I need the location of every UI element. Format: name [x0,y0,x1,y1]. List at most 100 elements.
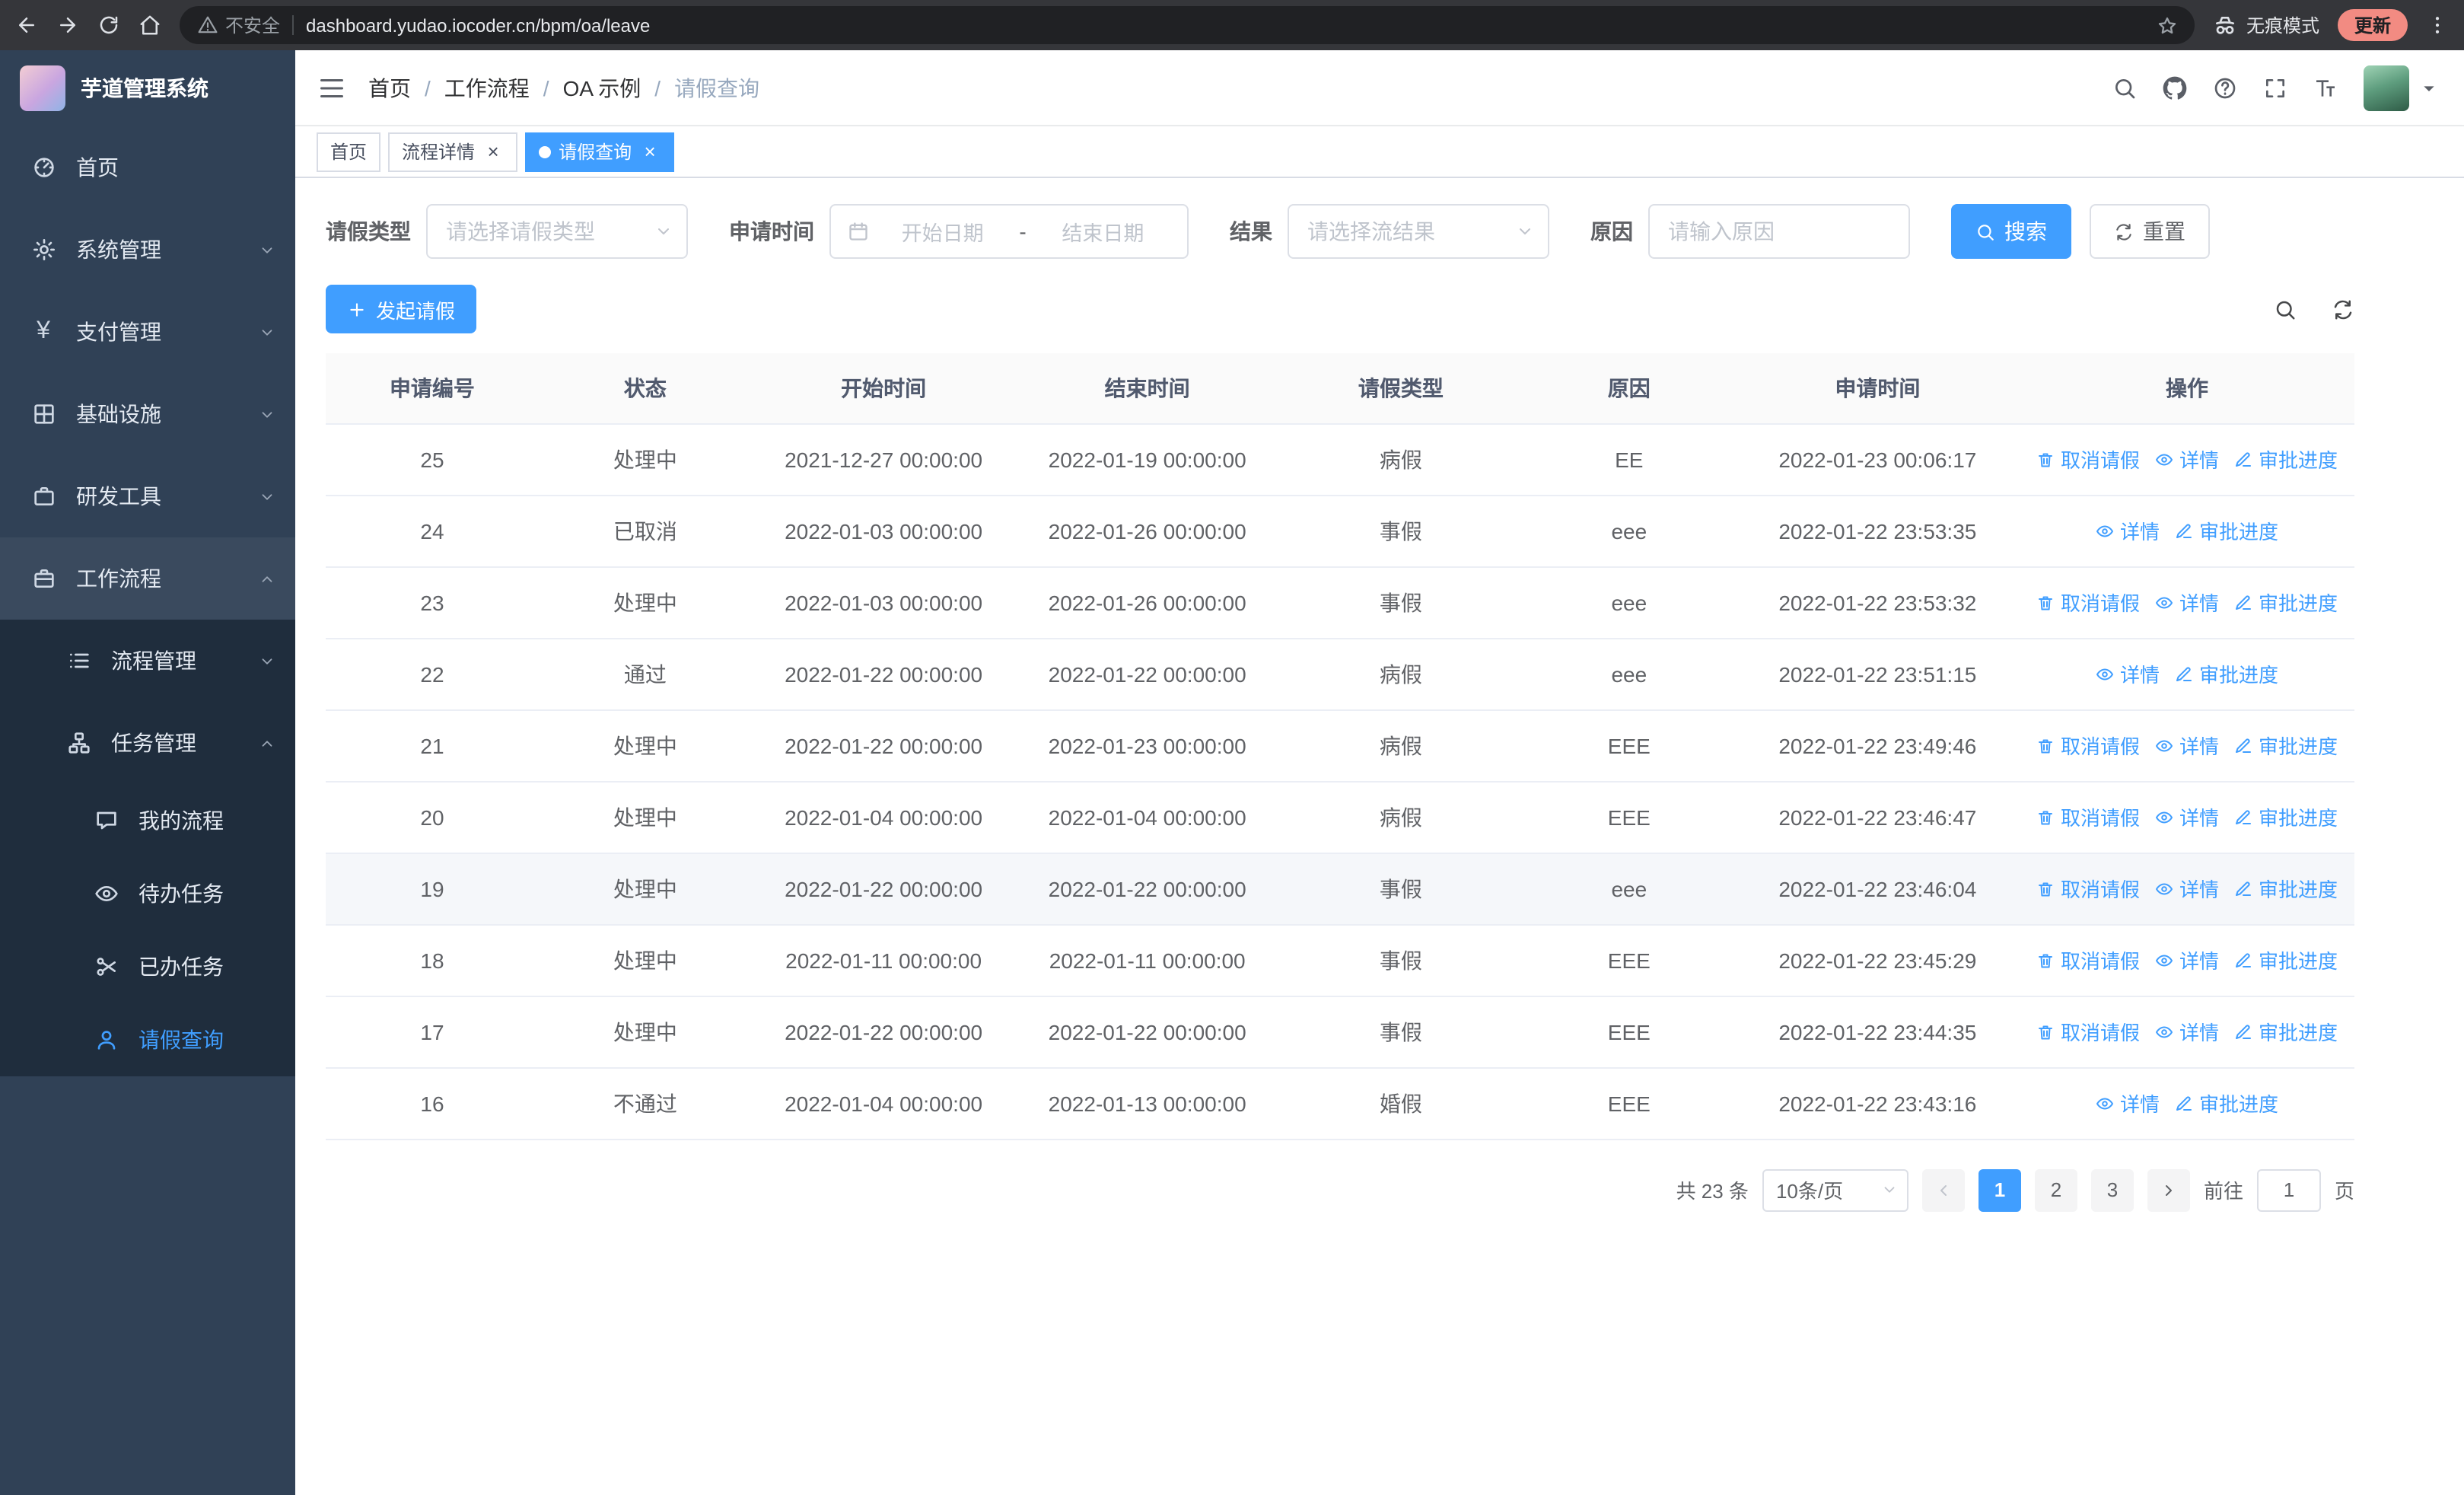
tab-process-detail[interactable]: 流程详情 × [388,132,518,171]
action-cancel[interactable]: 取消请假 [2036,802,2140,831]
start-date-placeholder[interactable]: 开始日期 [875,216,1010,247]
sidebar-item-devtools[interactable]: 研发工具 [0,455,295,537]
apply-time-range-picker[interactable]: 开始日期 - 结束日期 [829,204,1189,259]
action-detail[interactable]: 详情 [2096,1089,2160,1117]
address-bar[interactable]: 不安全 dashboard.yudao.iocoder.cn/bpm/oa/le… [180,6,2195,44]
action-label: 取消请假 [2060,735,2140,758]
action-cancel[interactable]: 取消请假 [2036,731,2140,760]
page-button-1[interactable]: 1 [1978,1168,2021,1211]
sidebar-item-leave-query[interactable]: 请假查询 [0,1003,295,1076]
action-cancel[interactable]: 取消请假 [2036,874,2140,903]
sidebar-item-payment[interactable]: ¥ 支付管理 [0,291,295,373]
tab-leave-query[interactable]: 请假查询 × [525,132,675,171]
action-detail[interactable]: 详情 [2155,731,2219,760]
action-cancel[interactable]: 取消请假 [2036,945,2140,974]
breadcrumb-item[interactable]: OA 示例 [563,72,641,103]
action-detail[interactable]: 详情 [2155,874,2219,903]
cell-reason: eee [1522,853,1736,925]
sidebar-item-process-mgmt[interactable]: 流程管理 [0,620,295,702]
action-progress[interactable]: 审批进度 [2234,445,2338,473]
sidebar-item-home[interactable]: 首页 [0,126,295,209]
reason-input[interactable] [1650,206,1908,257]
reset-button[interactable]: 重置 [2090,204,2210,259]
action-detail[interactable]: 详情 [2155,945,2219,974]
user-menu[interactable] [2364,65,2441,110]
next-page-button[interactable] [2147,1168,2190,1211]
action-progress[interactable]: 审批进度 [2175,516,2278,545]
action-cancel[interactable]: 取消请假 [2036,588,2140,617]
menu-fold-icon[interactable] [318,74,345,101]
sidebar-item-system[interactable]: 系统管理 [0,209,295,291]
action-progress[interactable]: 审批进度 [2234,1017,2338,1046]
create-leave-button[interactable]: 发起请假 [326,285,477,333]
browser-back-icon[interactable] [15,14,38,37]
page-button-3[interactable]: 3 [2090,1168,2134,1211]
breadcrumb-item[interactable]: 工作流程 [444,72,530,103]
action-progress[interactable]: 审批进度 [2175,1089,2278,1117]
cell-type: 病假 [1278,781,1523,853]
cell-start: 2022-01-04 00:00:00 [751,1067,1016,1140]
result-select[interactable] [1288,204,1549,259]
range-separator: - [1019,219,1027,244]
browser-home-icon[interactable] [138,14,161,37]
action-detail[interactable]: 详情 [2096,516,2160,545]
tab-label: 首页 [330,142,368,163]
sidebar-item-task-mgmt[interactable]: 任务管理 [0,702,295,784]
logo[interactable]: 芋道管理系统 [0,50,295,126]
font-size-icon[interactable] [2313,75,2338,100]
help-icon[interactable] [2213,75,2237,100]
sidebar-item-todo-tasks[interactable]: 待办任务 [0,857,295,930]
goto-page-input[interactable] [2256,1168,2321,1211]
cell-type: 病假 [1278,638,1523,710]
search-icon[interactable] [2112,75,2137,100]
action-cancel[interactable]: 取消请假 [2036,1017,2140,1046]
leave-type-input[interactable] [428,206,686,257]
action-detail[interactable]: 详情 [2096,659,2160,688]
browser-reload-icon[interactable] [97,14,120,37]
refresh-table-icon[interactable] [2332,298,2354,320]
security-chip[interactable]: 不安全 [198,12,280,38]
action-progress[interactable]: 审批进度 [2234,588,2338,617]
reason-field[interactable] [1648,204,1910,259]
sidebar-item-label: 任务管理 [111,731,196,755]
close-icon[interactable]: × [482,141,504,162]
action-detail[interactable]: 详情 [2155,588,2219,617]
action-cancel[interactable]: 取消请假 [2036,445,2140,473]
browser-menu-icon[interactable] [2426,14,2449,37]
action-progress[interactable]: 审批进度 [2234,874,2338,903]
action-progress[interactable]: 审批进度 [2175,659,2278,688]
end-date-placeholder[interactable]: 结束日期 [1036,216,1170,247]
tab-home[interactable]: 首页 [317,132,381,171]
action-detail[interactable]: 详情 [2155,802,2219,831]
toggle-search-icon[interactable] [2274,298,2297,320]
breadcrumb-item[interactable]: 首页 [368,72,411,103]
action-progress[interactable]: 审批进度 [2234,731,2338,760]
close-icon[interactable]: × [639,141,661,162]
browser-forward-icon[interactable] [56,14,79,37]
action-label: 取消请假 [2060,592,2140,615]
page-size-select[interactable]: 10条/页 [1762,1168,1908,1211]
sidebar-item-done-tasks[interactable]: 已办任务 [0,930,295,1003]
sidebar-item-my-process[interactable]: 我的流程 [0,784,295,857]
action-detail[interactable]: 详情 [2155,1017,2219,1046]
fullscreen-icon[interactable] [2263,75,2287,100]
sidebar-item-workflow[interactable]: 工作流程 [0,537,295,620]
table-row: 21 处理中 2022-01-22 00:00:00 2022-01-23 00:00… [326,709,2354,782]
cell-applied: 2022-01-23 00:06:17 [1735,423,2020,496]
prev-page-button[interactable] [1921,1168,1965,1211]
search-button[interactable]: 搜索 [1951,204,2071,259]
leave-type-select[interactable] [426,204,688,259]
update-button[interactable]: 更新 [2337,9,2408,41]
bookmark-star-icon[interactable] [2149,14,2185,36]
action-detail[interactable]: 详情 [2155,445,2219,473]
action-progress[interactable]: 审批进度 [2234,945,2338,974]
chevron-left-icon [1934,1181,1953,1199]
cell-status: 通过 [538,638,752,710]
github-icon[interactable] [2163,75,2187,100]
result-input[interactable] [1289,206,1548,257]
cell-end: 2022-01-19 00:00:00 [1015,423,1279,496]
column-header: 状态 [538,353,752,424]
page-button-2[interactable]: 2 [2034,1168,2077,1211]
action-progress[interactable]: 审批进度 [2234,802,2338,831]
sidebar-item-infrastructure[interactable]: 基础设施 [0,373,295,455]
